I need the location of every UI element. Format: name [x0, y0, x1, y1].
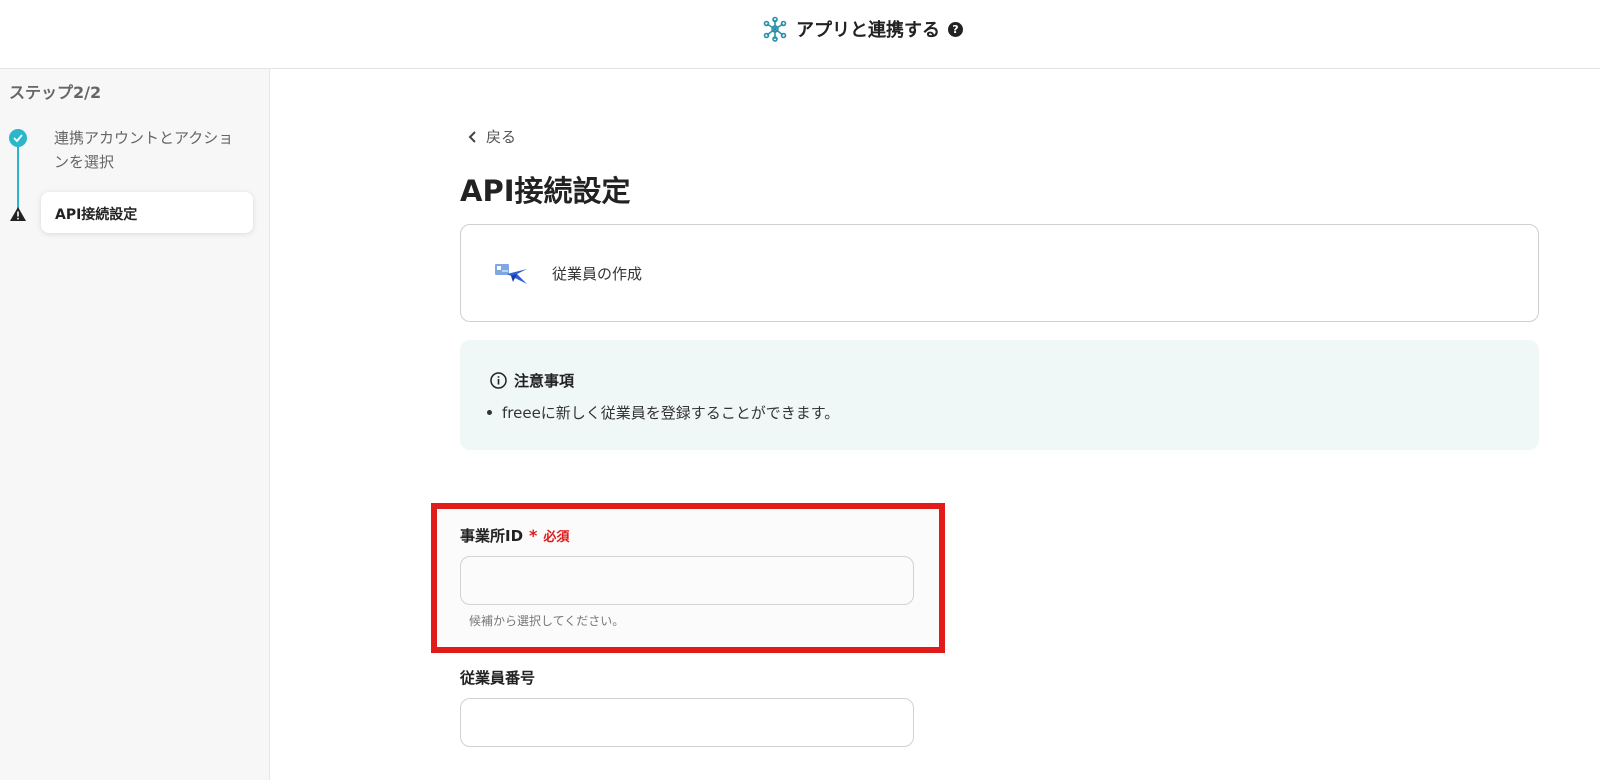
notice-title: 注意事項	[514, 372, 575, 390]
step-sidebar: ステップ2/2 連携アカウントとアクションを選択 API接続設定	[0, 69, 270, 780]
info-circle-icon	[490, 372, 507, 389]
header-title-group: アプリと連携する ?	[762, 14, 963, 44]
bullet	[487, 410, 492, 415]
office-id-label: 事業所ID * 必須	[460, 525, 569, 546]
step-completed-check-icon	[9, 129, 27, 147]
employee-number-input[interactable]	[460, 698, 914, 747]
freee-app-icon	[495, 264, 527, 284]
employee-number-label: 従業員番号	[460, 667, 535, 688]
action-label: 従業員の作成	[552, 265, 643, 283]
selected-action-card: 従業員の作成	[460, 224, 1539, 322]
header-title: アプリと連携する	[796, 20, 940, 41]
employee-number-label-text: 従業員番号	[460, 669, 536, 687]
notice-box: 注意事項 freeeに新しく従業員を登録することができます。	[460, 340, 1539, 450]
sidebar-step-label: API接続設定	[55, 207, 138, 223]
sidebar-step-api-settings[interactable]: API接続設定	[41, 192, 253, 233]
back-label: 戻る	[486, 128, 517, 146]
sidebar-step-select-account[interactable]: 連携アカウントとアクションを選択	[54, 126, 244, 174]
step-count: ステップ2/2	[9, 83, 102, 102]
required-mark: *	[529, 526, 538, 545]
warning-triangle-icon	[10, 207, 26, 221]
step-connector-line	[17, 139, 19, 209]
page-title: API接続設定	[460, 174, 631, 208]
top-bar: アプリと連携する ?	[0, 0, 1600, 69]
required-badge: 必須	[543, 530, 570, 545]
notice-header: 注意事項	[490, 370, 574, 391]
office-id-input[interactable]	[460, 556, 914, 605]
office-id-label-text: 事業所ID	[460, 527, 524, 545]
network-nodes-icon	[763, 16, 787, 42]
back-link[interactable]: 戻る	[468, 126, 516, 147]
notice-list-item: freeeに新しく従業員を登録することができます。	[487, 402, 839, 423]
chevron-left-icon	[468, 130, 476, 143]
office-id-hint: 候補から選択してください。	[469, 614, 625, 628]
notice-item-text: freeeに新しく従業員を登録することができます。	[502, 404, 840, 422]
question-circle-icon[interactable]: ?	[948, 21, 963, 37]
